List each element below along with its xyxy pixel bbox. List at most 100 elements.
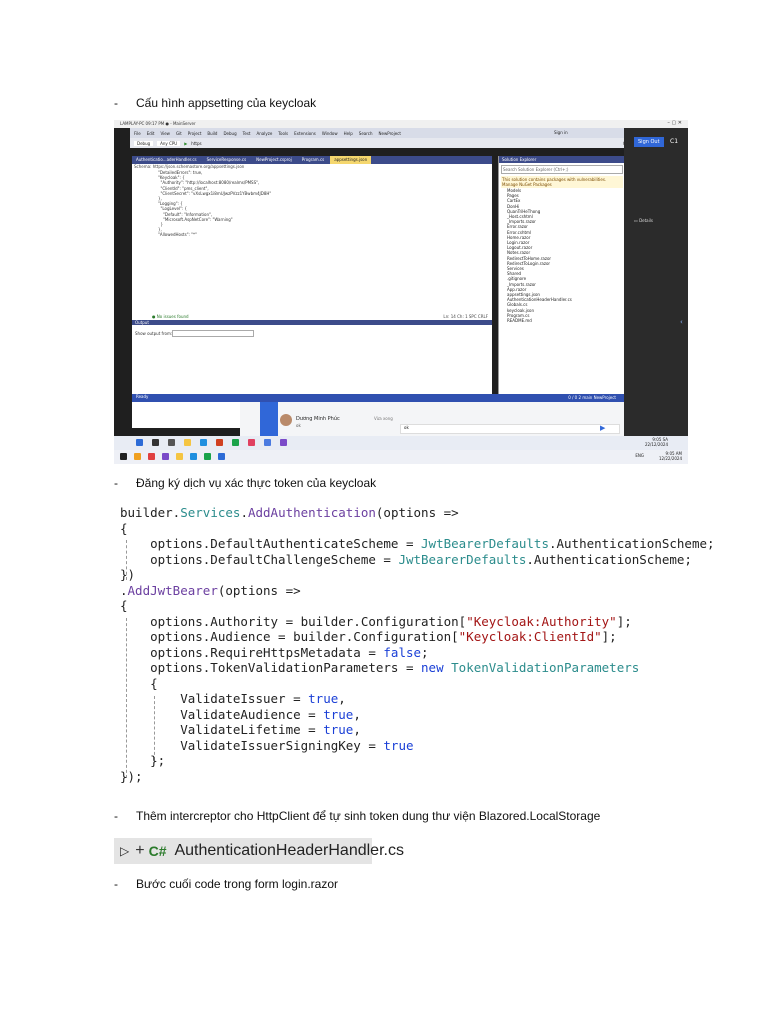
code-token: }; xyxy=(120,753,166,768)
editor-tab[interactable]: ServiceResponse.cs xyxy=(203,156,251,164)
chat-input[interactable]: ok xyxy=(400,424,620,434)
menu-item[interactable]: Edit xyxy=(147,131,155,136)
file-name[interactable]: AuthenticationHeaderHandler.cs xyxy=(174,842,403,860)
folder-icon[interactable] xyxy=(184,439,191,446)
sign-out-button[interactable]: Sign Out xyxy=(634,137,664,147)
lang-indicator[interactable]: ENG xyxy=(635,453,644,458)
menu-item[interactable]: Help xyxy=(344,131,353,136)
sign-in-link[interactable]: Sign in xyxy=(554,130,568,135)
output-source-select[interactable] xyxy=(172,330,254,337)
visual-studio-icon[interactable] xyxy=(280,439,287,446)
solution-search[interactable]: Search Solution Explorer (Ctrl+;) xyxy=(501,165,623,174)
menu-item[interactable]: NewProject xyxy=(379,131,401,136)
details-icon: ▭ xyxy=(634,218,638,223)
code-line: { xyxy=(120,676,715,692)
menu-item[interactable]: Extensions xyxy=(294,131,316,136)
code-line: { xyxy=(120,521,715,537)
app-icon[interactable] xyxy=(218,453,225,460)
menu-item[interactable]: View xyxy=(160,131,170,136)
code-token: , xyxy=(353,706,361,722)
code-line: "Authority": "http://localhost:8080/real… xyxy=(158,180,260,186)
code-token: (options => xyxy=(217,582,301,598)
avatar[interactable] xyxy=(280,414,292,426)
bullet-text: Bước cuối code trong form login.razor xyxy=(136,877,338,891)
code-token: options.RequireHttpsMetadata = xyxy=(120,644,384,660)
editor-tab[interactable]: appsettings.json xyxy=(330,156,372,164)
editor-tabs: Authenticatio...aderHandler.cs ServiceRes… xyxy=(132,156,492,164)
menu-item[interactable]: File xyxy=(134,131,141,136)
start-icon[interactable] xyxy=(120,453,127,460)
vs-screenshot: LAMPLAY-PC 09:17 PM ● - MainServer – ▢ ✕… xyxy=(114,120,688,464)
details-button[interactable]: ▭ Details xyxy=(634,218,653,223)
chrome-icon[interactable] xyxy=(204,453,211,460)
code-token: true xyxy=(383,737,414,753)
menu-item[interactable]: Project xyxy=(188,131,202,136)
status-bar: Ready 0 / 0 2 main NewProject xyxy=(132,394,624,402)
bullet-dash: - xyxy=(114,96,118,110)
start-icon[interactable] xyxy=(136,439,143,446)
code-token: .AuthenticationScheme; xyxy=(526,551,692,567)
chat-preview: ok xyxy=(296,423,301,428)
menu-item[interactable]: Search xyxy=(359,131,373,136)
bullet-text: Thêm intercreptor cho HttpClient để tự s… xyxy=(136,809,601,823)
app-icon[interactable] xyxy=(148,453,155,460)
run-target[interactable]: https xyxy=(191,141,201,146)
folder-icon[interactable] xyxy=(176,453,183,460)
editor-tab[interactable]: Program.cs xyxy=(298,156,328,164)
code-token: options.TokenValidationParameters = xyxy=(120,660,422,675)
code-token: ValidateIssuerSigningKey = xyxy=(120,737,384,753)
code-token: options.DefaultAuthenticateScheme = xyxy=(120,536,422,551)
menu-item[interactable]: Tools xyxy=(278,131,288,136)
sign-out-code: C1 xyxy=(670,138,679,145)
code-line: ValidateAudience = true, xyxy=(120,707,715,723)
menu-item[interactable]: Git xyxy=(176,131,182,136)
taskview-icon[interactable] xyxy=(168,439,175,446)
platform-select[interactable]: Any CPU xyxy=(157,140,181,146)
edge-icon[interactable] xyxy=(200,439,207,446)
run-icon[interactable]: ▶ xyxy=(184,141,187,146)
json-code: "DetailedErrors": true, "Keycloak": { "Au… xyxy=(158,170,271,238)
send-icon[interactable]: ▶ xyxy=(600,424,605,432)
expand-icon[interactable]: ▷ xyxy=(120,844,129,858)
vs-menubar: File Edit View Git Project Build Debug Test Anal… xyxy=(130,128,658,138)
code-token: ValidateIssuer = xyxy=(120,691,309,706)
file-chip: ▷ + C# AuthenticationHeaderHandler.cs xyxy=(114,838,404,864)
app-icon[interactable] xyxy=(162,453,169,460)
search-icon[interactable] xyxy=(152,439,159,446)
chevron-left-icon[interactable]: ‹ xyxy=(680,318,683,326)
debug-config[interactable]: Debug xyxy=(134,140,154,146)
clock-date: 22/12/2024 xyxy=(644,442,668,447)
code-token: false xyxy=(383,644,422,660)
code-line: ValidateIssuerSigningKey = true xyxy=(120,738,715,754)
code-line: options.RequireHttpsMetadata = false; xyxy=(120,645,715,661)
window-controls[interactable]: – ▢ ✕ xyxy=(667,120,682,126)
editor-tab[interactable]: NewProject.csproj xyxy=(252,156,296,164)
edge-icon[interactable] xyxy=(190,453,197,460)
menu-item[interactable]: Debug xyxy=(223,131,236,136)
menu-item[interactable]: Window xyxy=(322,131,338,136)
solution-warning[interactable]: This solution contains packages with vul… xyxy=(501,176,623,188)
app-icon[interactable] xyxy=(134,453,141,460)
line-info: Ln: 14 Ch: 1 SPC CRLF xyxy=(443,314,488,319)
editor-tab[interactable]: Authenticatio...aderHandler.cs xyxy=(132,156,201,164)
bullet-dash: - xyxy=(114,476,118,490)
menu-item[interactable]: Analyze xyxy=(257,131,273,136)
code-token: "Keycloak:Authority" xyxy=(466,613,617,629)
chat-contact-name[interactable]: Dương Minh Phúc xyxy=(296,416,340,422)
code-line: }); xyxy=(120,769,715,785)
zalo-icon[interactable] xyxy=(264,439,271,446)
code-token: { xyxy=(120,520,128,536)
status-right[interactable]: 0 / 0 2 main NewProject xyxy=(568,395,616,400)
code-line: ValidateIssuer = true, xyxy=(120,691,715,707)
code-token: options.Authority = builder.Configuratio… xyxy=(120,613,467,629)
code-line: options.DefaultAuthenticateScheme = JwtB… xyxy=(120,536,714,552)
code-token: builder. xyxy=(120,505,181,520)
solution-item[interactable]: README.md xyxy=(499,318,625,323)
chrome-icon[interactable] xyxy=(232,439,239,446)
menu-item[interactable]: Build xyxy=(207,131,217,136)
menu-item[interactable]: Test xyxy=(243,131,251,136)
app-icon[interactable] xyxy=(248,439,255,446)
office-icon[interactable] xyxy=(216,439,223,446)
output-from-label: Show output from: xyxy=(135,331,173,336)
